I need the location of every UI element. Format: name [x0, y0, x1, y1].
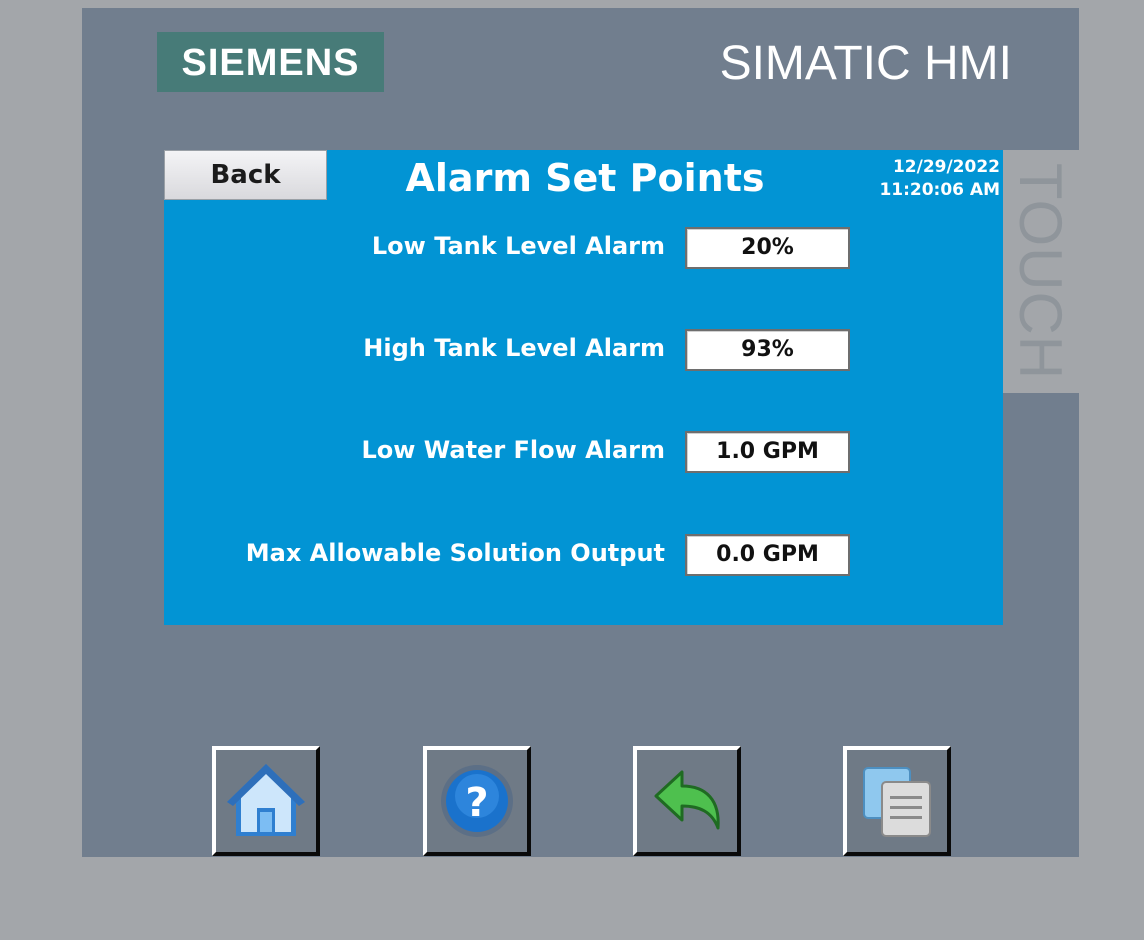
high-tank-level-alarm-field[interactable]: 93% — [685, 329, 850, 371]
max-allowable-solution-output-field[interactable]: 0.0 GPM — [685, 534, 850, 576]
home-icon — [227, 764, 305, 836]
time-text: 11:20:06 AM — [879, 180, 1000, 200]
return-arrow-icon — [654, 770, 720, 830]
help-button[interactable]: ? — [423, 746, 531, 856]
low-tank-level-alarm-label: Low Tank Level Alarm — [371, 232, 665, 260]
touch-label-container: TOUCH — [1003, 150, 1079, 393]
date-time-display: 12/29/2022 11:20:06 AM — [840, 156, 1000, 202]
help-icon: ? — [441, 765, 513, 837]
max-allowable-solution-output-label: Max Allowable Solution Output — [245, 539, 665, 567]
screens-button[interactable] — [843, 746, 951, 856]
return-button[interactable] — [633, 746, 741, 856]
back-button[interactable]: Back — [164, 150, 327, 200]
low-water-flow-alarm-field[interactable]: 1.0 GPM — [685, 431, 850, 473]
high-tank-level-alarm-label: High Tank Level Alarm — [363, 334, 665, 362]
simatic-hmi-label: SIMATIC HMI — [719, 37, 1012, 90]
low-water-flow-alarm-label: Low Water Flow Alarm — [361, 436, 665, 464]
hmi-frame-edge — [1079, 8, 1144, 857]
page-title: Alarm Set Points — [405, 156, 765, 200]
date-text: 12/29/2022 — [892, 157, 1000, 177]
home-button[interactable] — [212, 746, 320, 856]
svg-text:?: ? — [465, 780, 488, 826]
touch-label: TOUCH — [1007, 162, 1075, 381]
siemens-logo: SIEMENS — [157, 32, 384, 92]
low-tank-level-alarm-field[interactable]: 20% — [685, 227, 850, 269]
screens-icon — [863, 767, 931, 837]
